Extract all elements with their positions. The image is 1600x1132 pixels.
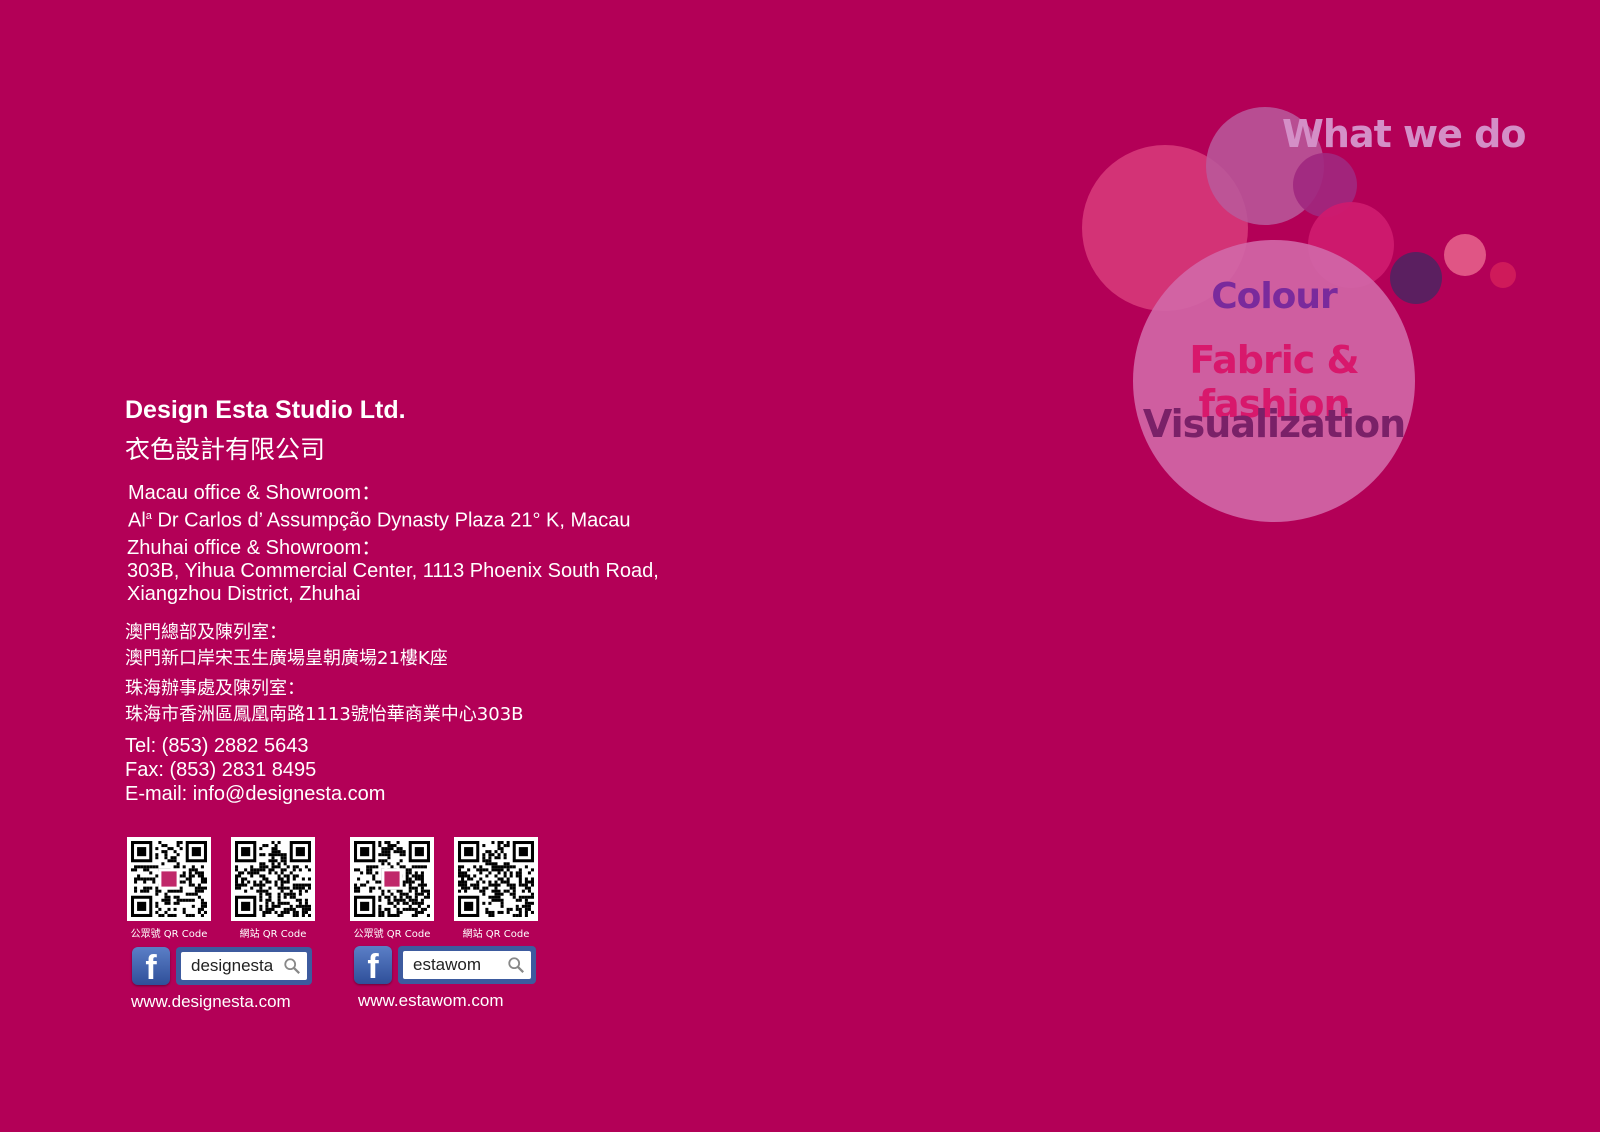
facebook-icon[interactable]: f: [354, 946, 392, 986]
fax: Fax: (853) 2831 8495: [125, 759, 317, 781]
zhuhai-line1: 303B, Yihua Commercial Center, 1113 Phoe…: [127, 560, 659, 582]
what-we-do-heading: What we do: [1282, 112, 1526, 156]
qr-label: 網站 QR Code: [462, 929, 530, 940]
zhuhai-zh-label: 珠海辦事處及陳列室：: [125, 678, 305, 699]
facebook-search-text: designesta: [191, 956, 274, 975]
service-colour: Colour: [1211, 276, 1338, 317]
zhuhai-address-zh: 珠海辦事處及陳列室： 珠海市香洲區鳳凰南路1113號怡華商業中心303B: [125, 676, 524, 728]
zhuhai-line2: Xiangzhou District, Zhuhai: [127, 583, 361, 605]
qr-code: [454, 837, 538, 921]
company-name-en: Design Esta Studio Ltd.: [125, 396, 406, 424]
qr-code: [231, 837, 315, 921]
zhuhai-address: Zhuhai office & Showroom： 303B, Yihua Co…: [127, 537, 659, 606]
contact-info: Tel: (853) 2882 5643 Fax: (853) 2831 849…: [125, 734, 385, 806]
tel: Tel: (853) 2882 5643: [125, 735, 309, 757]
search-icon: [284, 958, 300, 974]
macau-address-zh: 澳門總部及陳列室： 澳門新口岸宋玉生廣場皇朝廣場21樓K座: [125, 620, 448, 672]
search-icon: [508, 957, 524, 973]
facebook-search-designesta[interactable]: designesta: [176, 947, 312, 985]
qr-code: [127, 837, 211, 921]
facebook-search-estawom[interactable]: estawom: [398, 946, 536, 984]
macau-zh-label: 澳門總部及陳列室：: [125, 622, 287, 643]
macau-line: Ala Dr Carlos d’ Assumpção Dynasty Plaza…: [128, 509, 631, 532]
facebook-icon[interactable]: f: [132, 947, 170, 987]
bubble-decoration: [1490, 262, 1516, 288]
bubble-decoration: [1444, 234, 1486, 276]
zhuhai-zh-line: 珠海市香洲區鳳凰南路1113號怡華商業中心303B: [125, 704, 524, 725]
qr-label: 網站 QR Code: [239, 929, 307, 940]
macau-address: Macau office & Showroom： Ala Dr Carlos d…: [128, 482, 631, 533]
qr-label: 公眾號 QR Code: [130, 929, 208, 940]
zhuhai-label: Zhuhai office & Showroom：: [127, 537, 382, 559]
company-name-zh: 衣色設計有限公司: [125, 435, 326, 464]
facebook-search-text: estawom: [413, 955, 482, 974]
qr-label: 公眾號 QR Code: [353, 929, 431, 940]
qr-code: [350, 837, 434, 921]
website-link[interactable]: www.designesta.com: [131, 992, 291, 1012]
service-visualization: Visualization: [1142, 402, 1406, 446]
email-link[interactable]: E-mail: info@designesta.com: [125, 782, 385, 806]
macau-zh-line: 澳門新口岸宋玉生廣場皇朝廣場21樓K座: [125, 648, 448, 669]
macau-label: Macau office & Showroom：: [128, 482, 382, 504]
website-link[interactable]: www.estawom.com: [358, 991, 503, 1011]
